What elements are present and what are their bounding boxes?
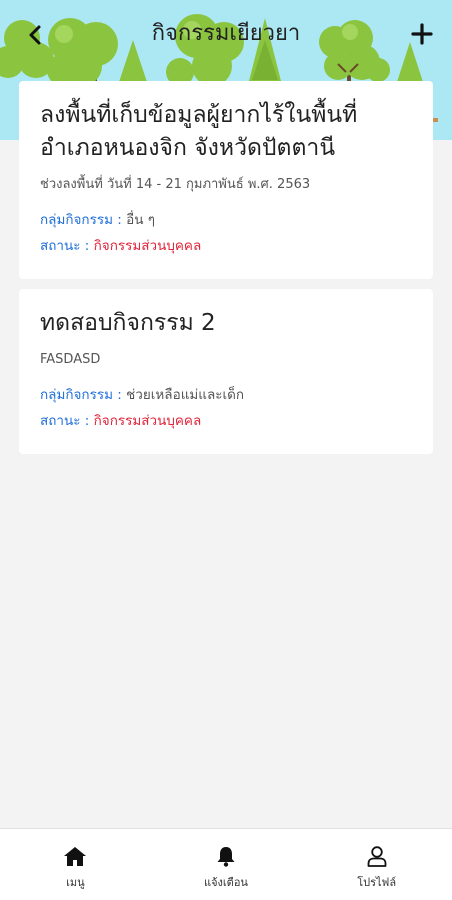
activity-title: ทดสอบกิจกรรม 2	[40, 310, 216, 336]
chevron-left-icon	[29, 25, 41, 45]
nav-label: เมนู	[66, 876, 85, 889]
activity-status-row: สถานะ : กิจกรรมส่วนบุคคล	[40, 408, 412, 434]
activity-list-screen: กิจกรรมเยียวยา ลงพื้นที่เก็บข้อมูลผู้ยาก…	[0, 0, 452, 900]
nav-label: แจ้งเตือน	[204, 876, 248, 889]
activity-status-row: สถานะ : กิจกรรมส่วนบุคคล	[40, 233, 412, 259]
activity-list: ลงพื้นที่เก็บข้อมูลผู้ยากไร้ในพื้นที่ อำ…	[19, 81, 433, 464]
status-value: กิจกรรมส่วนบุคคล	[93, 413, 202, 429]
nav-item-notifications[interactable]: แจ้งเตือน	[166, 829, 286, 900]
activity-subtitle: ช่วงลงพื้นที่ วันที่ 14 - 21 กุมภาพันธ์ …	[40, 177, 311, 192]
bottom-nav: เมนู แจ้งเตือน โปรไฟล์	[0, 828, 452, 900]
group-value: ช่วยเหลือแม่และเด็ก	[126, 387, 245, 403]
nav-label: โปรไฟล์	[357, 876, 397, 889]
activity-group-row: กลุ่มกิจกรรม : ช่วยเหลือแม่และเด็ก	[40, 382, 412, 408]
page-title: กิจกรรมเยียวยา	[151, 21, 301, 46]
nav-item-profile[interactable]: โปรไฟล์	[317, 829, 437, 900]
nav-item-menu[interactable]: เมนู	[15, 829, 135, 900]
add-activity-button[interactable]	[404, 16, 440, 52]
group-label: กลุ่มกิจกรรม :	[40, 212, 122, 228]
activity-card[interactable]: ทดสอบกิจกรรม 2 FASDASD กลุ่มกิจกรรม : ช่…	[19, 289, 433, 454]
bell-icon	[217, 847, 235, 867]
activity-title: ลงพื้นที่เก็บข้อมูลผู้ยากไร้ในพื้นที่ อำ…	[40, 102, 358, 161]
status-value: กิจกรรมส่วนบุคคล	[93, 238, 202, 254]
activity-card[interactable]: ลงพื้นที่เก็บข้อมูลผู้ยากไร้ในพื้นที่ อำ…	[19, 81, 433, 279]
activity-group-row: กลุ่มกิจกรรม : อื่น ๆ	[40, 207, 412, 233]
status-label: สถานะ :	[40, 238, 90, 254]
back-button[interactable]	[20, 18, 50, 52]
status-label: สถานะ :	[40, 413, 90, 429]
home-icon	[64, 847, 87, 866]
group-value: อื่น ๆ	[126, 212, 156, 228]
group-label: กลุ่มกิจกรรม :	[40, 387, 122, 403]
plus-icon	[411, 23, 433, 45]
activity-subtitle: FASDASD	[40, 352, 101, 367]
user-icon	[367, 846, 387, 867]
